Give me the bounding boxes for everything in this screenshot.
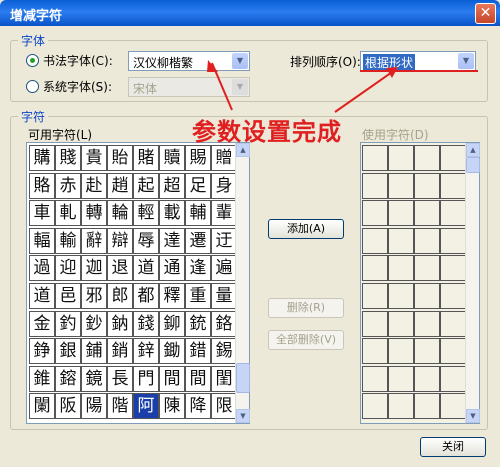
annotation-arrows (207, 60, 478, 113)
annotation-text: 参数设置完成 (192, 117, 342, 146)
